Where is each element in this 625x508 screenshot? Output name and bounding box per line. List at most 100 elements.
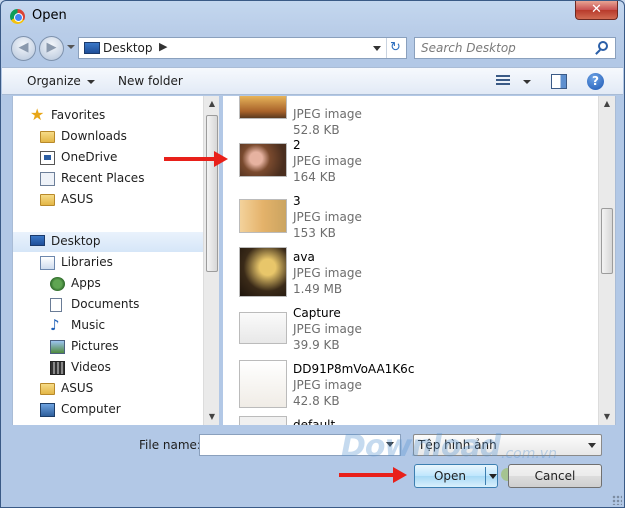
recent-places-icon <box>40 172 55 186</box>
open-options-dropdown-icon[interactable] <box>489 474 497 479</box>
image-thumbnail <box>239 360 287 408</box>
file-size: 39.9 KB <box>293 338 340 352</box>
watermark-logo: Download <box>341 429 501 464</box>
search-box[interactable] <box>414 37 616 59</box>
address-dropdown-icon[interactable] <box>373 46 381 51</box>
breadcrumb-desktop[interactable]: Desktop <box>103 41 153 55</box>
scroll-down-icon[interactable]: ▼ <box>599 409 615 425</box>
open-label: Open <box>433 469 467 483</box>
sidebar-scrollbar[interactable]: ▲ ▼ <box>203 96 219 425</box>
scroll-up-icon[interactable]: ▲ <box>599 96 615 112</box>
forward-arrow-icon: ▶ <box>46 40 57 55</box>
refresh-icon: ↻ <box>390 40 401 55</box>
sidebar-item-label: Pictures <box>71 339 119 353</box>
file-type: JPEG image <box>293 378 362 392</box>
close-button[interactable]: ✕ <box>575 1 618 20</box>
image-thumbnail <box>239 199 287 233</box>
file-size: 52.8 KB <box>293 123 340 137</box>
sidebar-item-label: Recent Places <box>61 171 145 185</box>
desktop-icon <box>30 235 45 246</box>
file-name: DD91P8mVoAA1K6c <box>293 362 415 376</box>
file-name: Capture <box>293 306 341 320</box>
user-folder-icon <box>40 383 55 395</box>
sidebar-item-label: Apps <box>71 276 101 290</box>
star-icon: ★ <box>30 105 45 124</box>
back-button[interactable]: ◀ <box>11 36 36 61</box>
file-size: 42.8 KB <box>293 394 340 408</box>
command-bar: Organize New folder ? <box>2 67 623 95</box>
videos-icon <box>50 361 65 375</box>
scroll-thumb[interactable] <box>601 208 613 274</box>
image-thumbnail <box>239 143 287 177</box>
open-button[interactable]: Open <box>414 464 498 488</box>
file-item[interactable]: default <box>223 416 598 425</box>
downloads-folder-icon <box>40 131 55 143</box>
chevron-down-icon <box>86 79 95 84</box>
image-thumbnail <box>239 96 287 119</box>
back-arrow-icon: ◀ <box>18 40 29 55</box>
cancel-button[interactable]: Cancel <box>508 464 602 488</box>
scroll-down-icon[interactable]: ▼ <box>204 409 219 425</box>
file-name: default <box>293 418 336 425</box>
pictures-icon <box>50 340 65 354</box>
file-list: JPEG image 52.8 KB 2 JPEG image 164 KB 3 JPEG … <box>223 96 616 425</box>
new-folder-button[interactable]: New folder <box>118 74 183 88</box>
file-type: JPEG image <box>293 322 362 336</box>
resize-grip-icon[interactable] <box>612 495 622 505</box>
views-dropdown-icon[interactable] <box>523 80 531 84</box>
close-icon: ✕ <box>591 2 602 17</box>
views-icon[interactable] <box>496 75 510 87</box>
address-bar[interactable]: Desktop ▶ ↻ <box>78 37 407 59</box>
sidebar-item-label: Favorites <box>51 108 106 122</box>
documents-icon <box>50 298 62 312</box>
sidebar-item-label: ASUS <box>61 381 94 395</box>
file-size: 153 KB <box>293 226 336 240</box>
sidebar-item-label: Documents <box>71 297 140 311</box>
file-item[interactable]: Capture JPEG image 39.9 KB <box>223 305 598 361</box>
annotation-arrow-icon <box>164 151 228 167</box>
file-item[interactable]: DD91P8mVoAA1K6c JPEG image 42.8 KB <box>223 360 598 417</box>
scroll-thumb[interactable] <box>206 115 218 272</box>
libraries-icon <box>40 256 55 270</box>
sidebar-item-label: OneDrive <box>61 150 118 164</box>
cancel-label: Cancel <box>534 469 576 483</box>
sidebar-item-label: Music <box>71 318 106 332</box>
file-name: 3 <box>293 194 301 208</box>
split-divider <box>485 467 486 485</box>
sidebar-item-label: Libraries <box>61 255 113 269</box>
file-name: 2 <box>293 138 301 152</box>
watermark-suffix: .com.vn <box>501 446 557 462</box>
sidebar-item-label: Desktop <box>51 234 101 248</box>
preview-pane-icon[interactable] <box>551 74 567 89</box>
open-dialog: Open ✕ ◀ ▶ Desktop ▶ ↻ Organize New fold… <box>0 0 625 508</box>
file-item[interactable]: 2 JPEG image 164 KB <box>223 137 598 193</box>
image-thumbnail <box>239 247 287 297</box>
organize-label: Organize <box>27 74 81 88</box>
desktop-icon <box>84 42 100 54</box>
file-name: ava <box>293 250 315 264</box>
sidebar-item-label: Videos <box>71 360 111 374</box>
refresh-button[interactable]: ↻ <box>386 38 406 58</box>
help-icon[interactable]: ? <box>587 73 604 90</box>
search-input[interactable] <box>421 41 591 55</box>
scroll-up-icon[interactable]: ▲ <box>204 96 219 112</box>
breadcrumb-separator-icon[interactable]: ▶ <box>159 40 167 53</box>
recent-locations-dropdown[interactable] <box>67 45 75 49</box>
forward-button[interactable]: ▶ <box>39 36 64 61</box>
folder-icon <box>40 194 55 206</box>
file-type: JPEG image <box>293 210 362 224</box>
file-type: JPEG image <box>293 266 362 280</box>
file-size: 164 KB <box>293 170 336 184</box>
search-icon[interactable] <box>598 41 608 51</box>
navigation-pane: ★ Favorites Downloads OneDrive Recent Places… <box>12 96 219 425</box>
file-item[interactable]: 3 JPEG image 153 KB <box>223 193 598 249</box>
file-item[interactable]: ava JPEG image 1.49 MB <box>223 247 598 305</box>
apps-icon <box>50 277 65 291</box>
music-icon: ♪ <box>50 316 60 334</box>
file-list-scrollbar[interactable]: ▲ ▼ <box>598 96 615 425</box>
computer-icon <box>40 403 55 417</box>
organize-button[interactable]: Organize <box>27 74 95 88</box>
file-name-label: File name: <box>139 438 201 452</box>
file-size: 1.49 MB <box>293 282 343 296</box>
file-type-dropdown-icon <box>588 443 596 448</box>
